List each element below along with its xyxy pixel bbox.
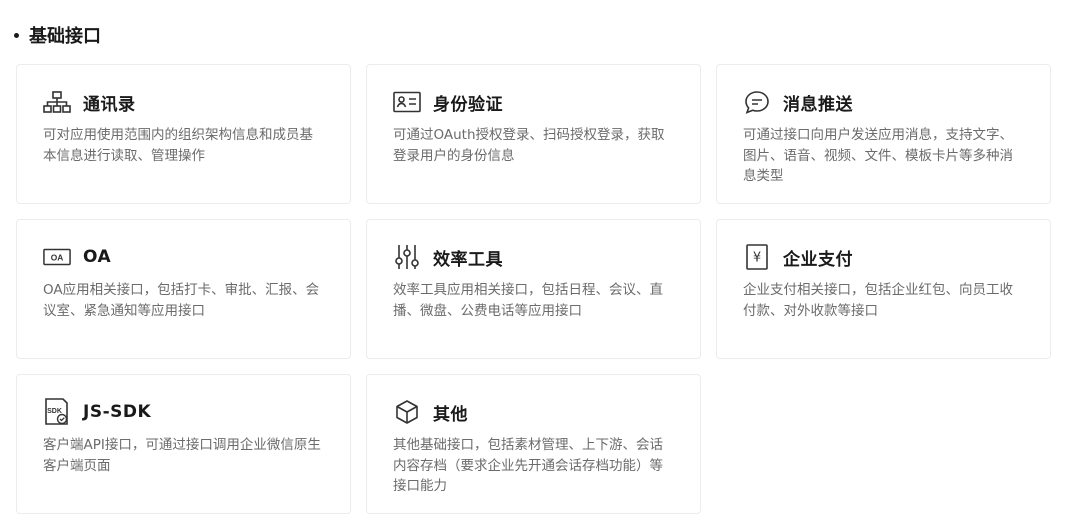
card-description: 可通过OAuth授权登录、扫码授权登录，获取登录用户的身份信息: [393, 127, 665, 164]
section-header: 基础接口: [14, 22, 101, 48]
card-title: 通讯录: [83, 94, 136, 115]
card-description: 其他基础接口，包括素材管理、上下游、会话内容存档（要求企业先开通会话存档功能）等…: [393, 437, 663, 494]
card-title: JS-SDK: [83, 402, 152, 422]
bullet-dot: [14, 32, 19, 38]
card-identity-auth[interactable]: 身份验证 可通过OAuth授权登录、扫码授权登录，获取登录用户的身份信息: [366, 64, 701, 204]
card-message-push[interactable]: 消息推送 可通过接口向用户发送应用消息，支持文字、图片、语音、视频、文件、模板卡…: [716, 64, 1051, 204]
org-chart-icon: [43, 89, 71, 115]
card-title: 企业支付: [783, 249, 853, 270]
sdk-icon: SDK: [43, 398, 71, 425]
card-js-sdk[interactable]: SDK JS-SDK 客户端API接口，可通过接口调用企业微信原生客户端页面: [16, 374, 351, 514]
id-card-icon: [393, 89, 421, 115]
card-description: 企业支付相关接口，包括企业红包、向员工收付款、对外收款等接口: [743, 282, 1013, 319]
yen-icon-text: ¥: [753, 251, 761, 266]
card-title: OA: [83, 247, 112, 267]
sdk-icon-text: SDK: [47, 408, 62, 415]
yen-icon: ¥: [743, 244, 771, 270]
card-title: 效率工具: [433, 249, 503, 270]
sliders-icon: [393, 244, 421, 270]
api-card-grid: 通讯录 可对应用使用范围内的组织架构信息和成员基本信息进行读取、管理操作 身份验…: [16, 64, 1051, 514]
card-description: 可通过接口向用户发送应用消息，支持文字、图片、语音、视频、文件、模板卡片等多种消…: [743, 127, 1013, 184]
oa-icon: OA: [43, 244, 71, 270]
section-title: 基础接口: [29, 26, 101, 47]
card-description: 效率工具应用相关接口，包括日程、会议、直播、微盘、公费电话等应用接口: [393, 282, 663, 319]
card-title: 消息推送: [783, 94, 853, 115]
oa-icon-text: OA: [51, 252, 64, 262]
card-description: 客户端API接口，可通过接口调用企业微信原生客户端页面: [43, 437, 321, 474]
card-description: OA应用相关接口，包括打卡、审批、汇报、会议室、紧急通知等应用接口: [43, 282, 320, 319]
cube-icon: [393, 399, 421, 425]
card-oa[interactable]: OA OA OA应用相关接口，包括打卡、审批、汇报、会议室、紧急通知等应用接口: [16, 219, 351, 359]
card-contacts[interactable]: 通讯录 可对应用使用范围内的组织架构信息和成员基本信息进行读取、管理操作: [16, 64, 351, 204]
card-efficiency-tools[interactable]: 效率工具 效率工具应用相关接口，包括日程、会议、直播、微盘、公费电话等应用接口: [366, 219, 701, 359]
card-enterprise-payment[interactable]: ¥ 企业支付 企业支付相关接口，包括企业红包、向员工收付款、对外收款等接口: [716, 219, 1051, 359]
card-title: 其他: [433, 404, 468, 425]
card-title: 身份验证: [433, 94, 503, 115]
card-description: 可对应用使用范围内的组织架构信息和成员基本信息进行读取、管理操作: [43, 127, 313, 164]
chat-bubble-icon: [743, 89, 771, 115]
card-other[interactable]: 其他 其他基础接口，包括素材管理、上下游、会话内容存档（要求企业先开通会话存档功…: [366, 374, 701, 514]
